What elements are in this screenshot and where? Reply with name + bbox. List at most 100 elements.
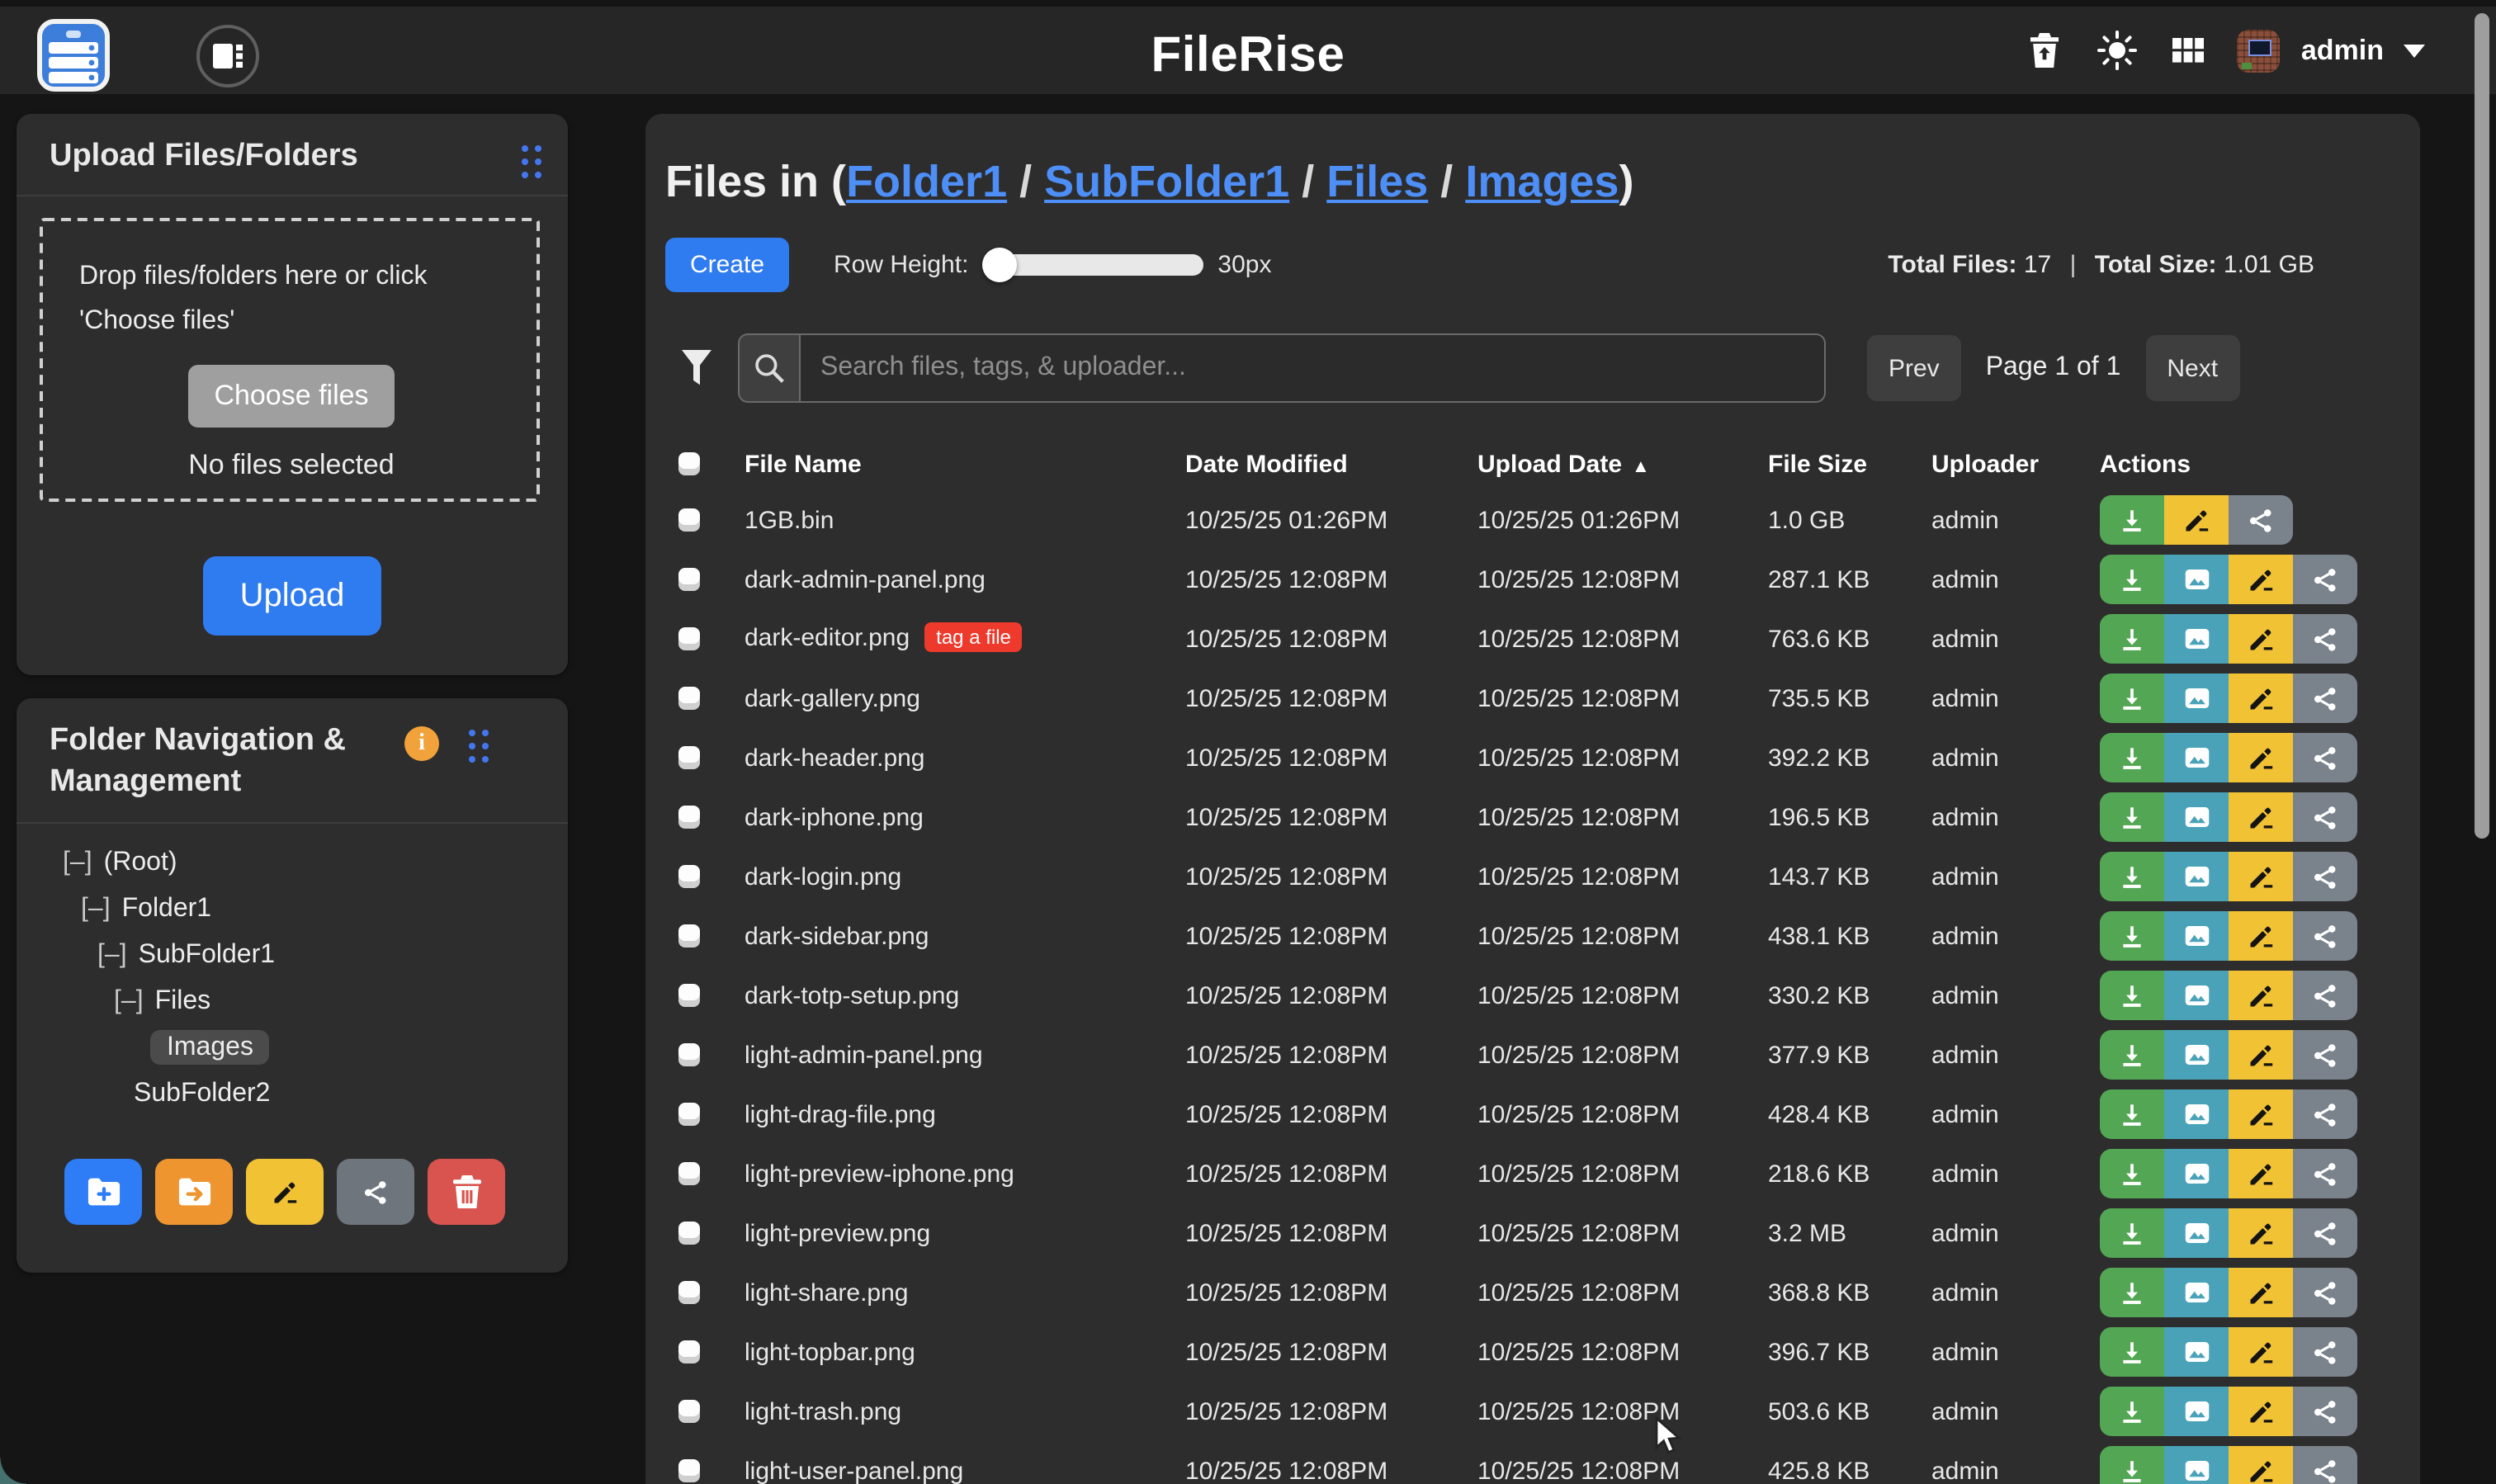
tree-label[interactable]: SubFolder2 [134,1080,270,1108]
share-button[interactable] [2293,1030,2357,1080]
delete-folder-button[interactable] [428,1159,505,1225]
edit-button[interactable] [2229,555,2293,604]
preview-button[interactable] [2164,911,2229,961]
file-name[interactable]: dark-editor.png [745,624,910,652]
file-name[interactable]: light-preview-iphone.png [745,1160,1014,1188]
upload-button[interactable]: Upload [203,556,381,636]
file-name[interactable]: dark-header.png [745,744,925,772]
file-name[interactable]: dark-gallery.png [745,684,920,712]
share-folder-button[interactable] [337,1159,414,1225]
download-button[interactable] [2100,971,2164,1020]
download-button[interactable] [2100,1030,2164,1080]
column-header-file-name[interactable]: File Name [745,450,1185,478]
move-folder-button[interactable] [155,1159,233,1225]
tree-item-folder1[interactable]: [–]Folder1 [17,886,568,933]
edit-button[interactable] [2229,1149,2293,1198]
download-button[interactable] [2100,1208,2164,1258]
row-checkbox[interactable] [678,746,700,769]
preview-button[interactable] [2164,852,2229,901]
file-name[interactable]: dark-iphone.png [745,803,924,831]
info-icon[interactable]: i [404,726,439,761]
file-name[interactable]: light-preview.png [745,1219,930,1247]
file-name[interactable]: dark-totp-setup.png [745,981,959,1009]
download-button[interactable] [2100,792,2164,842]
download-button[interactable] [2100,614,2164,664]
download-button[interactable] [2100,1268,2164,1317]
edit-button[interactable] [2229,1208,2293,1258]
file-name[interactable]: 1GB.bin [745,506,834,534]
share-button[interactable] [2293,1327,2357,1377]
file-name[interactable]: light-admin-panel.png [745,1041,983,1069]
row-checkbox[interactable] [678,865,700,888]
scrollbar-thumb[interactable] [2475,13,2489,839]
row-checkbox[interactable] [678,1340,700,1363]
row-checkbox[interactable] [678,1162,700,1185]
file-name[interactable]: light-user-panel.png [745,1457,963,1484]
slider-thumb[interactable] [981,247,1016,281]
download-button[interactable] [2100,1149,2164,1198]
file-name[interactable]: light-share.png [745,1278,908,1307]
create-folder-button[interactable] [64,1159,142,1225]
row-checkbox[interactable] [678,687,700,710]
next-page-button[interactable]: Next [2145,335,2239,401]
share-button[interactable] [2293,733,2357,782]
tree-item-subfolder2[interactable]: SubFolder2 [17,1071,568,1118]
select-all-checkbox[interactable] [678,452,700,475]
edit-button[interactable] [2229,1327,2293,1377]
share-button[interactable] [2293,911,2357,961]
tree-toggle-icon[interactable]: [–] [114,987,144,1015]
breadcrumb-link[interactable]: Images [1465,157,1619,206]
column-header-actions[interactable]: Actions [2100,450,2380,478]
create-button[interactable]: Create [665,237,789,291]
row-height-slider[interactable] [985,253,1203,275]
row-checkbox[interactable] [678,806,700,829]
download-button[interactable] [2100,852,2164,901]
share-button[interactable] [2293,1089,2357,1139]
share-button[interactable] [2293,1446,2357,1484]
row-checkbox[interactable] [678,1043,700,1066]
caret-down-icon[interactable] [2404,44,2425,57]
drag-handle-icon[interactable] [469,730,489,763]
share-button[interactable] [2293,971,2357,1020]
share-button[interactable] [2293,792,2357,842]
tree-toggle-icon[interactable]: [–] [97,941,127,969]
drag-handle-icon[interactable] [522,145,541,178]
edit-button[interactable] [2229,733,2293,782]
preview-button[interactable] [2164,1446,2229,1484]
choose-files-button[interactable]: Choose files [188,365,395,428]
edit-button[interactable] [2229,1030,2293,1080]
download-button[interactable] [2100,555,2164,604]
share-button[interactable] [2293,555,2357,604]
breadcrumb-link[interactable]: Files [1326,157,1428,206]
drop-zone[interactable]: Drop files/folders here or click 'Choose… [40,218,540,502]
preview-button[interactable] [2164,1208,2229,1258]
rename-folder-button[interactable] [246,1159,324,1225]
preview-button[interactable] [2164,1327,2229,1377]
search-input[interactable] [799,333,1826,403]
row-checkbox[interactable] [678,984,700,1007]
edit-button[interactable] [2164,495,2229,545]
edit-button[interactable] [2229,1387,2293,1436]
trash-restore-icon[interactable] [2030,33,2059,68]
preview-button[interactable] [2164,673,2229,723]
tree-label[interactable]: Files [155,987,211,1015]
download-button[interactable] [2100,1446,2164,1484]
preview-button[interactable] [2164,1268,2229,1317]
row-checkbox[interactable] [678,924,700,948]
file-name[interactable]: light-drag-file.png [745,1100,936,1128]
share-button[interactable] [2293,1149,2357,1198]
share-button[interactable] [2229,495,2293,545]
preview-button[interactable] [2164,1149,2229,1198]
edit-button[interactable] [2229,614,2293,664]
share-button[interactable] [2293,852,2357,901]
share-button[interactable] [2293,1208,2357,1258]
preview-button[interactable] [2164,733,2229,782]
column-header-uploader[interactable]: Uploader [1931,450,2100,478]
row-checkbox[interactable] [678,508,700,532]
tree-item-subfolder1[interactable]: [–]SubFolder1 [17,933,568,979]
download-button[interactable] [2100,1327,2164,1377]
row-checkbox[interactable] [678,1222,700,1245]
edit-button[interactable] [2229,1268,2293,1317]
tree-toggle-icon[interactable]: [–] [81,895,111,923]
row-checkbox[interactable] [678,1459,700,1482]
